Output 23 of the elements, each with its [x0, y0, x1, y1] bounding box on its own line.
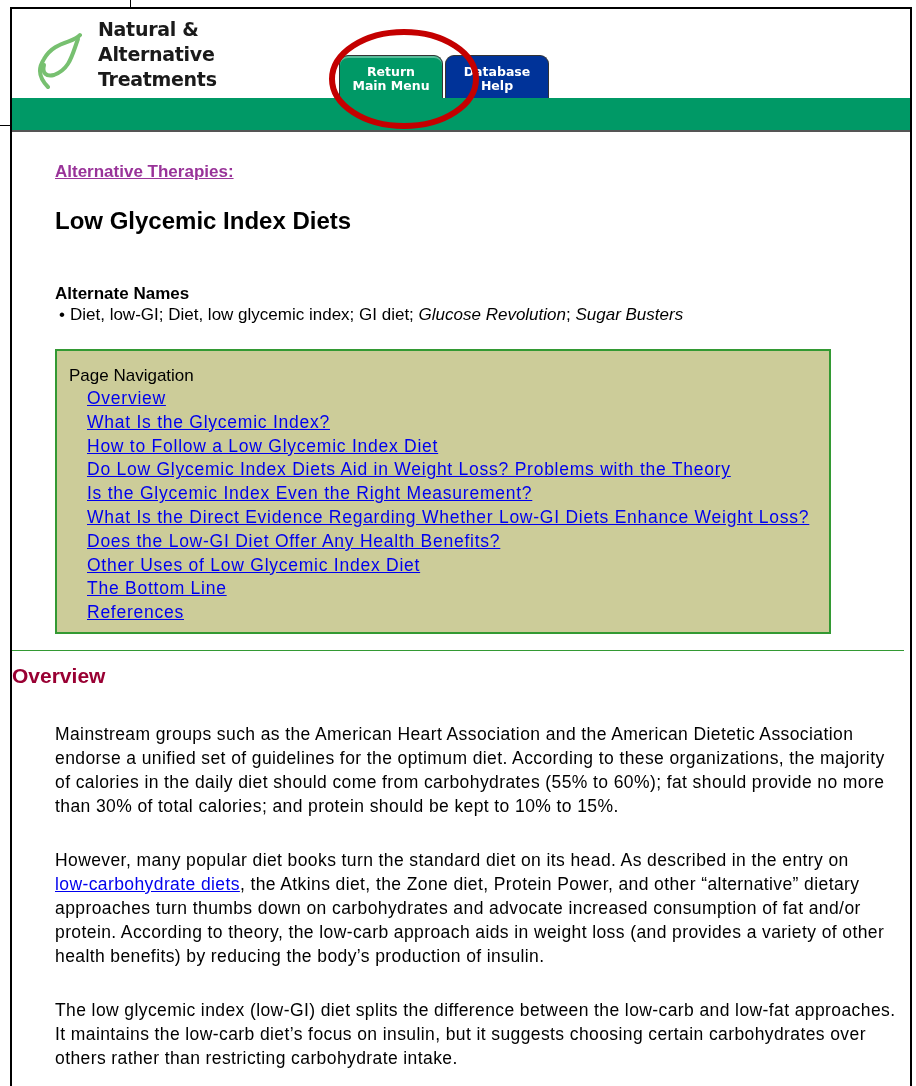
- nav-tab[interactable]: Return Main Menu: [339, 55, 443, 98]
- panel-heading: Page Navigation: [69, 365, 195, 387]
- site-logo-text: Natural & Alternative Treatments: [98, 17, 217, 92]
- paragraph-text: Mainstream groups such as the American Heart Association and the American Dietetic Association endorse a unified set of guidelines for the optimum diet. According to these organizations, the majority of calories in the daily diet should come from carbohydrates (55% to 60%); fat should provide no more than 30% of total calories; and protein should be kept to 10% to 15%.: [55, 723, 886, 818]
- navigation-link[interactable]: What Is the Glycemic Index?: [87, 411, 330, 432]
- navigation-link[interactable]: References: [87, 602, 184, 623]
- navigation-link[interactable]: Other Uses of Low Glycemic Index Diet: [87, 554, 421, 575]
- section-heading: Overview: [12, 664, 107, 688]
- alternate-names-text: Diet, low-GI; Diet, low glycemic index; GI diet; Glucose Revolution; Sugar Busters: [69, 304, 684, 326]
- navigation-link[interactable]: Overview: [87, 388, 166, 408]
- navigation-link[interactable]: Do Low Glycemic Index Diets Aid in Weight Loss? Problems with the Theory: [87, 459, 731, 480]
- bullet-mark: •: [59, 304, 65, 326]
- navigation-link[interactable]: Is the Glycemic Index Even the Right Measurement?: [87, 483, 533, 504]
- page-title: Low Glycemic Index Diets: [55, 206, 353, 236]
- navigation-link[interactable]: Does the Low-GI Diet Offer Any Health Benefits?: [87, 530, 501, 551]
- navigation-link[interactable]: What Is the Direct Evidence Regarding Whether Low-GI Diets Enhance Weight Loss?: [87, 507, 810, 527]
- section-heading: Alternate Names: [55, 284, 191, 304]
- inline-link[interactable]: low-carbohydrate diets: [55, 874, 240, 894]
- paragraph-text: However, many popular diet books turn the standard diet on its head. As described in the entry on low-carbohydrate diets, the Atkins diet, the Zone diet, Protein Power, and other “alternative” dietary approaches turn thumbs down on carbohydrates and advocate increased consumption of fat and/or protein. According to theory, the low-carb approach aids in weight loss (and provides a variety of other health benefits) by reducing the body’s production of insulin.: [55, 849, 886, 968]
- navigation-link[interactable]: The Bottom Line: [87, 578, 227, 599]
- navigation-link[interactable]: How to Follow a Low Glycemic Index Diet: [87, 435, 439, 456]
- breadcrumb-link[interactable]: Alternative Therapies:: [55, 162, 234, 181]
- paragraph-text: The low glycemic index (low-GI) diet splits the difference between the low-carb and low-fat approaches. It maintains the low-carb diet’s focus on insulin, but it suggests choosing certain carbohydrates over others rather than restricting carbohydrate intake.: [55, 999, 896, 1070]
